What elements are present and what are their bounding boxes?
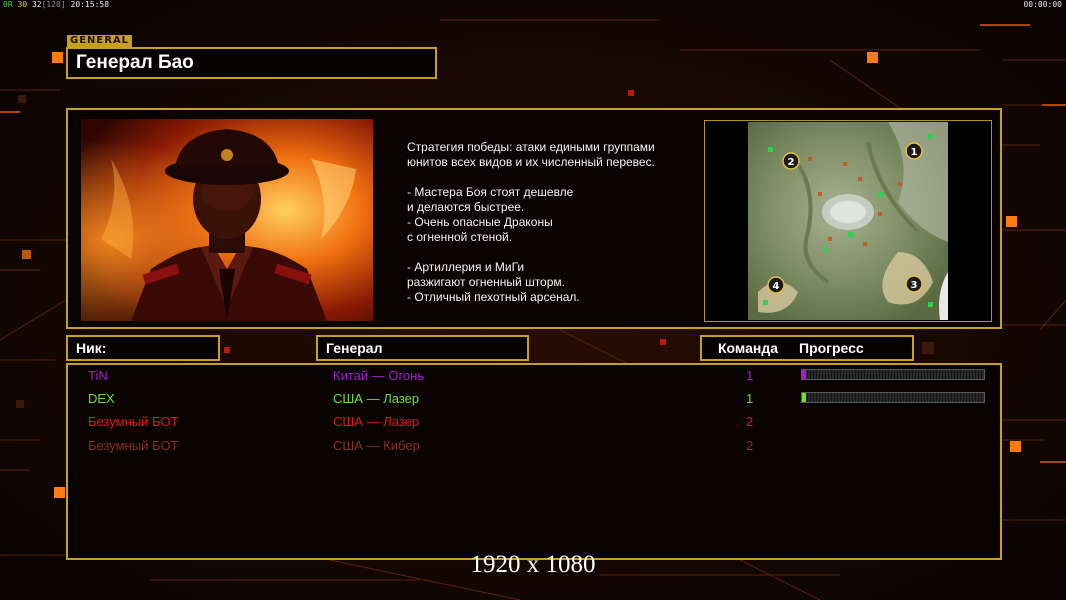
player-progress-fill	[802, 393, 806, 402]
fps-limit: 32	[31, 0, 42, 9]
player-general: США — Кибер	[333, 438, 420, 453]
player-row: DEX США — Лазер 1	[68, 388, 1000, 410]
map-start-4: 4	[773, 281, 780, 292]
general-portrait-image	[81, 119, 373, 321]
fps-prefix: 0R	[3, 0, 13, 9]
player-team: 2	[746, 438, 754, 453]
map-start-3: 3	[911, 280, 918, 291]
player-general: Китай — Огонь	[333, 368, 425, 383]
resolution-label: 1920 x 1080	[470, 551, 596, 578]
general-name: Генерал Бао	[76, 52, 194, 73]
column-header-general: Генерал	[316, 335, 529, 361]
fps-counter: 0R 30 32[120] 20:15:58	[3, 0, 109, 9]
map-preview-image: 1 2 3 4	[748, 122, 948, 320]
player-team: 1	[746, 391, 754, 406]
map-preview: 1 2 3 4	[704, 120, 992, 322]
player-row: Безумный БОТ США — Лазер 2	[68, 411, 1000, 433]
general-title-box: Генерал Бао	[66, 47, 437, 79]
player-row: TiN Китай — Огонь 1	[68, 365, 1000, 387]
player-general: США — Лазер	[333, 414, 420, 429]
system-clock: 20:15:58	[70, 0, 110, 9]
column-header-progress: Прогресс	[799, 340, 864, 356]
map-start-2: 2	[788, 157, 795, 168]
player-nick: Безумный БОТ	[88, 438, 179, 453]
player-progress-bar	[801, 392, 985, 403]
fps-cap: [120]	[41, 0, 66, 9]
player-progress-fill	[802, 370, 806, 379]
general-tag-label: GENERAL	[67, 35, 133, 47]
game-timer: 00:00:00	[1023, 0, 1062, 9]
general-strategy-text: Стратегия победы: атаки едиными группами…	[407, 140, 655, 304]
player-general: США — Лазер	[333, 391, 420, 406]
column-header-team: Команда	[718, 340, 778, 356]
player-nick: DEX	[88, 391, 115, 406]
column-header-team-progress: Команда Прогресс	[700, 335, 914, 361]
player-team: 2	[746, 414, 754, 429]
map-start-1: 1	[911, 147, 918, 158]
fps-value: 30	[17, 0, 28, 9]
player-row: Безумный БОТ США — Кибер 2	[68, 435, 1000, 457]
player-team: 1	[746, 368, 754, 383]
general-info-panel: Стратегия победы: атаки едиными группами…	[66, 108, 1002, 329]
column-header-nick: Ник:	[66, 335, 220, 361]
player-progress-bar	[801, 369, 985, 380]
players-list: TiN Китай — Огонь 1 DEX США — Лазер 1 Бе…	[66, 363, 1002, 560]
player-nick: TiN	[88, 368, 108, 383]
player-nick: Безумный БОТ	[88, 414, 179, 429]
